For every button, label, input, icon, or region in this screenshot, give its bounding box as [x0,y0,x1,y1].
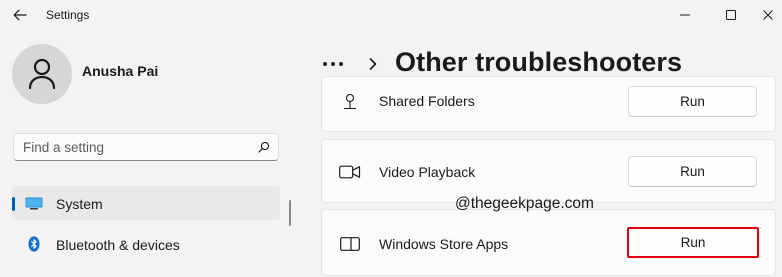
dot [323,62,327,66]
minimize-button[interactable] [662,0,708,30]
search-box[interactable] [13,133,279,161]
watermark: @thegeekpage.com [455,195,594,212]
troubleshooter-card-video-playback: Video Playback Run [321,139,776,203]
search-icon[interactable] [250,134,278,160]
selected-indicator [12,197,15,211]
run-button[interactable]: Run [628,156,757,187]
person-icon [28,58,56,90]
troubleshooter-label: Shared Folders [379,93,475,109]
page-title: Other troubleshooters [395,47,683,77]
search-input[interactable] [14,134,250,160]
back-button[interactable] [8,4,32,26]
run-button[interactable]: Run [627,227,759,258]
maximize-button[interactable] [708,0,754,30]
troubleshooter-card-shared-folders: Shared Folders Run [321,76,776,132]
chevron-right-icon [369,58,377,70]
avatar[interactable] [12,44,72,104]
breadcrumb-more-button[interactable] [323,56,349,72]
dot [331,62,335,66]
back-arrow-icon [13,9,27,21]
close-button[interactable] [754,0,782,30]
sidebar-scrollbar[interactable] [289,200,291,226]
run-button[interactable]: Run [628,86,757,117]
sidebar-item-label: System [56,196,103,212]
troubleshooter-label: Windows Store Apps [379,236,509,252]
troubleshooter-card-windows-store-apps: Windows Store Apps Run [321,209,776,276]
user-name: Anusha Pai [82,63,159,79]
sidebar-item-bluetooth[interactable]: Bluetooth & devices [12,227,280,261]
window-title: Settings [46,8,90,22]
display-icon [24,195,44,211]
video-camera-icon [338,161,362,183]
maximize-icon [726,10,736,20]
close-icon [763,10,773,20]
title-bar: Settings [0,0,782,30]
sidebar-item-system[interactable]: System [12,186,280,220]
dot [339,62,343,66]
minimize-icon [680,14,690,16]
troubleshooter-label: Video Playback [379,164,476,180]
shared-folder-icon [338,91,362,113]
bluetooth-icon [24,236,44,252]
sidebar-item-label: Bluetooth & devices [56,237,180,253]
store-apps-icon [338,233,362,255]
